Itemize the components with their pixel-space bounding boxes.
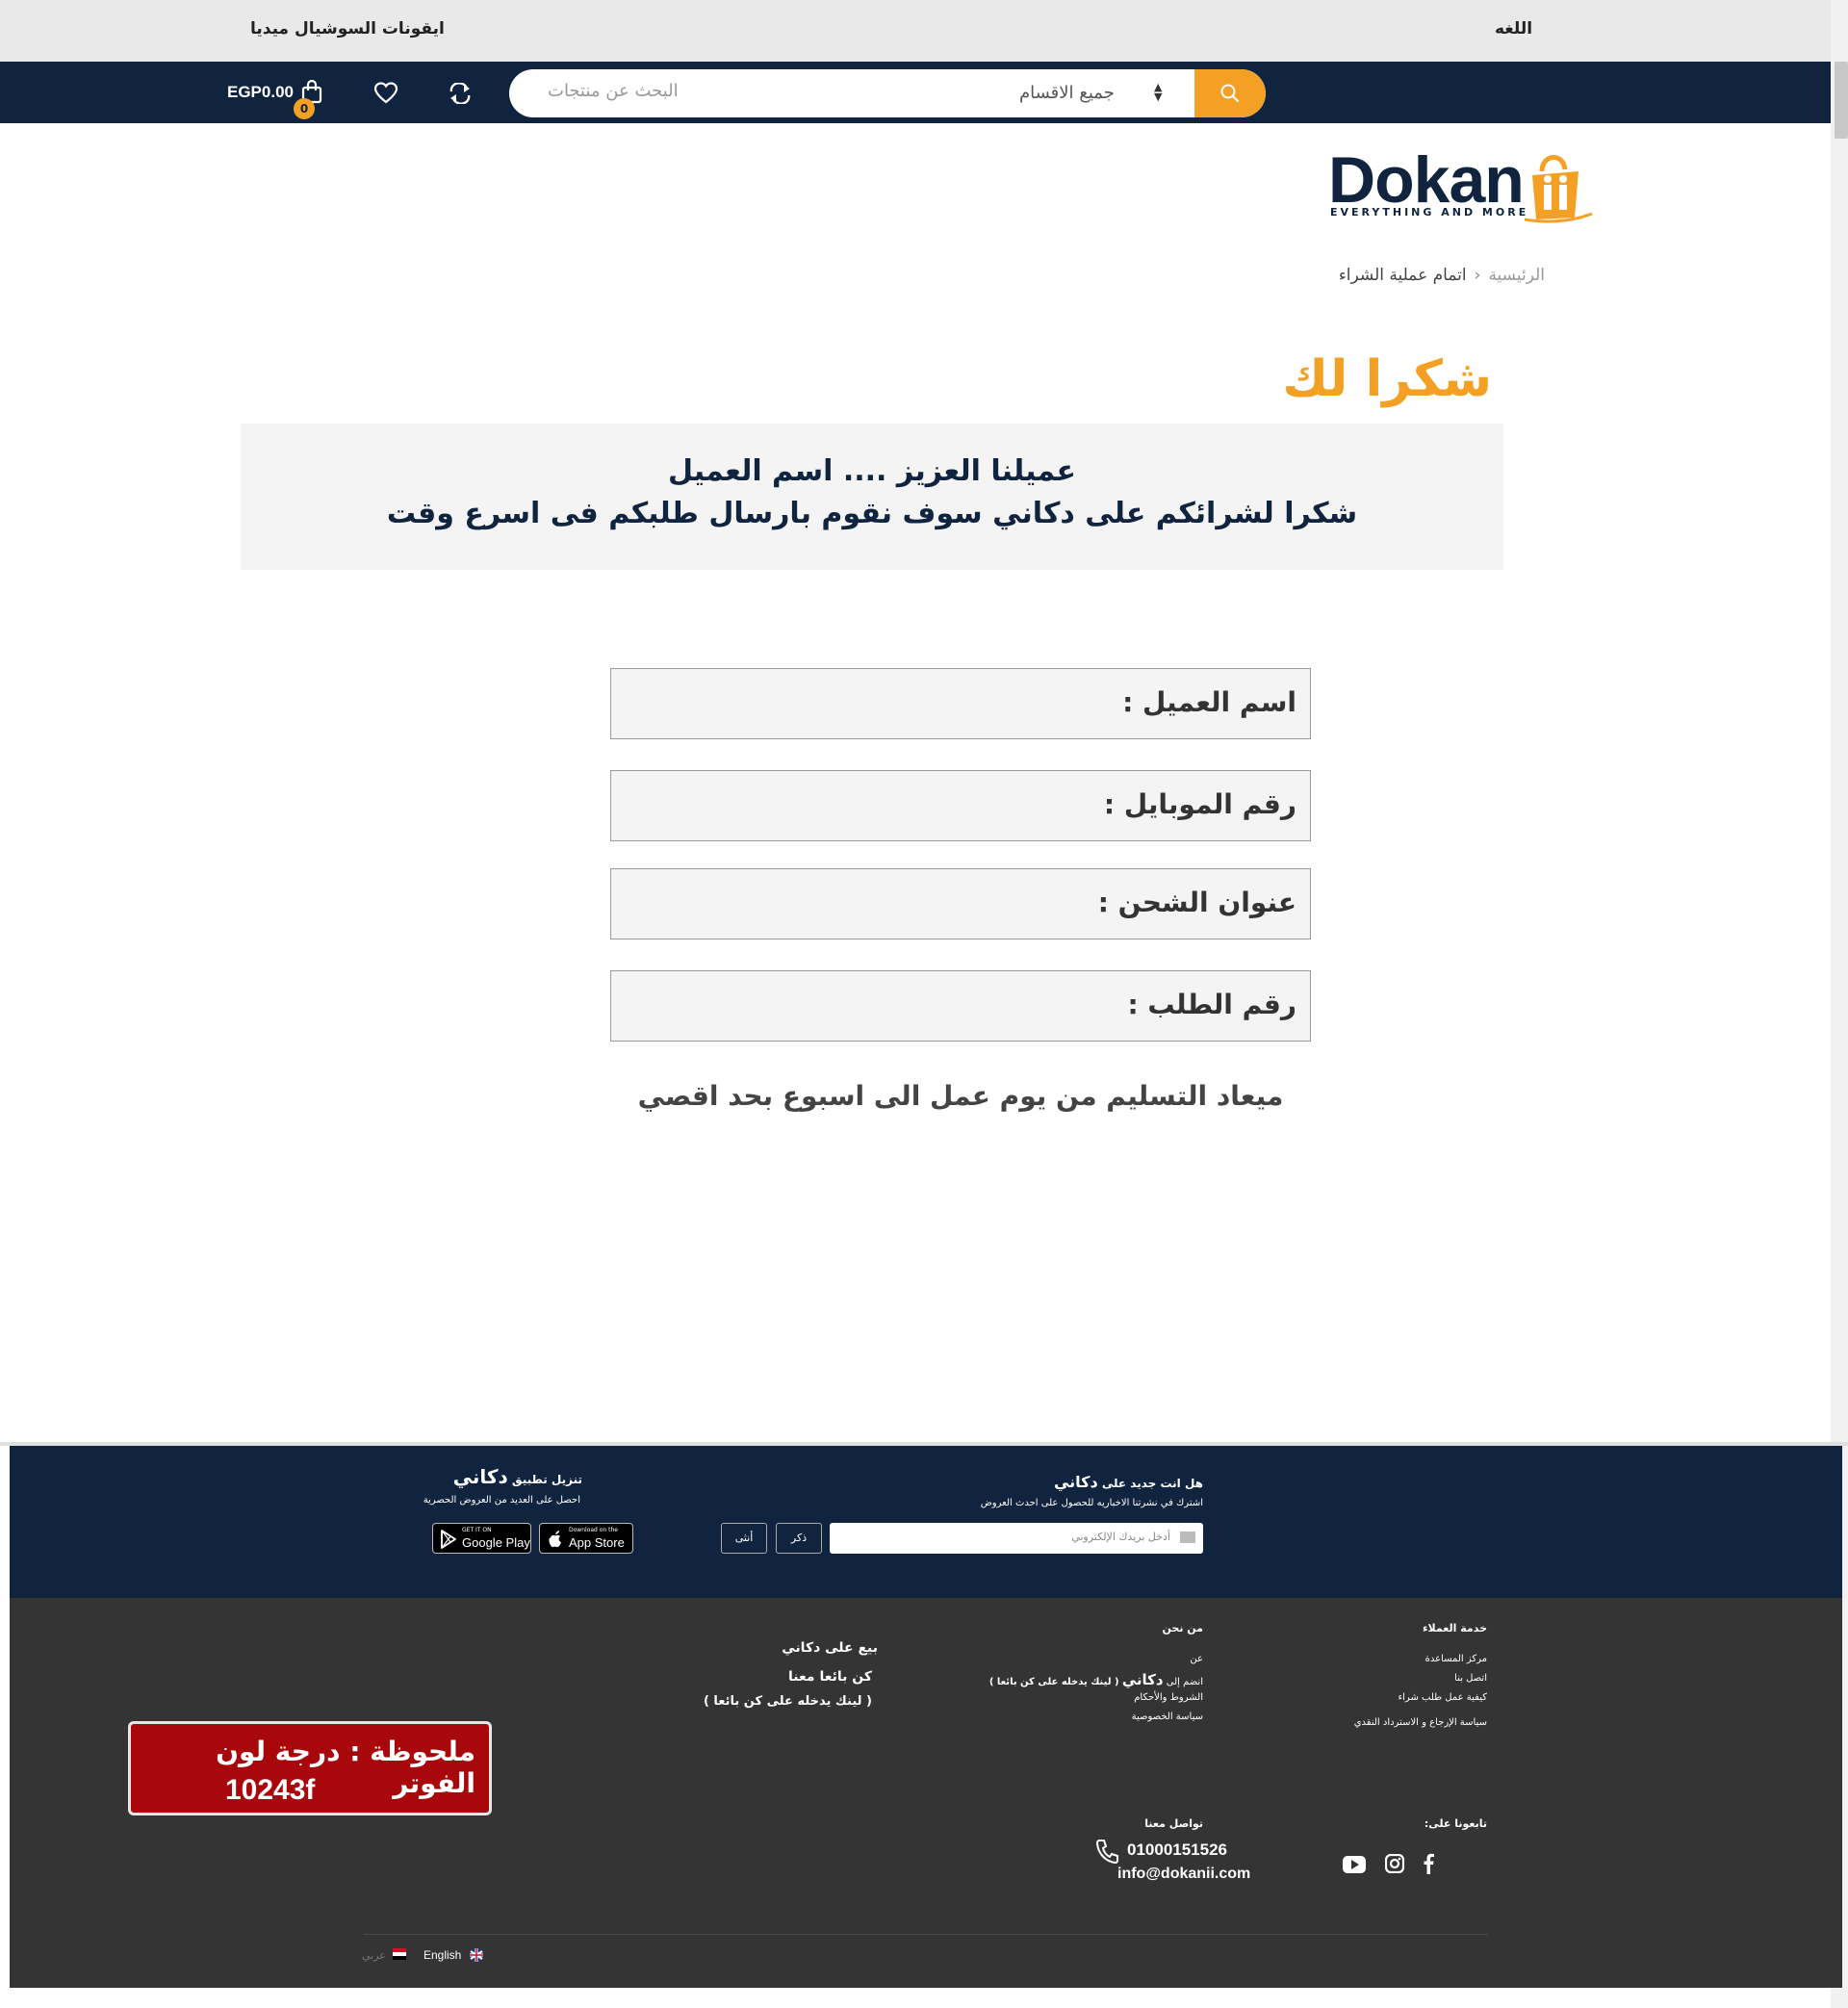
footer-color-note: ملحوظة : درجة لون الفوتر 10243f xyxy=(128,1721,492,1815)
app-store-small-text: Download on the xyxy=(569,1527,618,1533)
page-scrollbar-thumb[interactable] xyxy=(1835,62,1848,139)
breadcrumb: الرئيسية ‹ اتمام عملية الشراء xyxy=(1304,266,1545,285)
shopping-bag-logo-icon xyxy=(1524,155,1593,223)
order-number-field: رقم الطلب : xyxy=(610,970,1311,1042)
instagram-link[interactable] xyxy=(1384,1853,1405,1877)
phone-icon-wrap xyxy=(1095,1839,1118,1867)
thank-you-title: شكرا لك xyxy=(1282,350,1492,408)
youtube-link[interactable] xyxy=(1343,1856,1366,1877)
app-store-big-text: App Store xyxy=(569,1535,625,1550)
breadcrumb-separator: ‹ xyxy=(1474,266,1481,285)
join-brand: دكاني xyxy=(1121,1671,1164,1688)
delivery-time-note: ميعاد التسليم من يوم عمل الى اسبوع بحد ا… xyxy=(637,1080,1284,1112)
app-download-title: تنزيل تطبيق دكاني xyxy=(404,1465,582,1488)
main-nav-bar: البحث عن منتجات جميع الاقسام ▲ ▼ 0 EGP0.0… xyxy=(0,62,1831,123)
social-icons-placeholder: ايقونات السوشيال ميديا xyxy=(250,19,445,39)
cart-total[interactable]: EGP0.00 xyxy=(227,83,294,102)
order-number-label: رقم الطلب : xyxy=(1127,989,1296,1020)
about-title: من نحن xyxy=(1162,1622,1204,1635)
newsletter-email-placeholder: أدخل بريدك الإلكتروني xyxy=(1071,1531,1170,1543)
uk-flag-icon xyxy=(470,1948,483,1962)
search-button[interactable] xyxy=(1194,69,1266,117)
footer-link-privacy[interactable]: سياسة الخصوصية xyxy=(1107,1712,1203,1722)
google-play-button[interactable]: GET IT ON Google Play xyxy=(432,1523,531,1554)
newsletter-email-input[interactable]: أدخل بريدك الإلكتروني xyxy=(830,1523,1203,1554)
breadcrumb-home[interactable]: الرئيسية xyxy=(1488,266,1545,285)
mail-icon xyxy=(1180,1532,1195,1543)
follow-us-title: تابعونا على: xyxy=(1424,1817,1487,1830)
shipping-address-label: عنوان الشحن : xyxy=(1097,887,1296,918)
app-store-button[interactable]: Download on the App Store xyxy=(539,1523,633,1554)
footer-bottom-divider xyxy=(364,1934,1488,1935)
top-bar: اللغه ايقونات السوشيال ميديا xyxy=(0,0,1831,62)
footer-link-contact[interactable]: اتصل بنا xyxy=(1348,1673,1487,1684)
logo-tagline: EVERYTHING AND MORE xyxy=(1330,206,1529,219)
language-selector[interactable]: اللغه xyxy=(1495,19,1532,39)
footer-color-note-line2: 10243f xyxy=(225,1774,316,1806)
google-play-icon xyxy=(441,1530,456,1549)
wishlist-button[interactable] xyxy=(372,81,400,106)
lang-english[interactable]: English xyxy=(424,1948,461,1962)
female-subscribe-button[interactable]: أنثى xyxy=(721,1523,767,1554)
apple-icon xyxy=(549,1531,561,1548)
male-subscribe-button[interactable]: ذكر xyxy=(776,1523,822,1554)
join-note: ( لينك يدخله على كن بائعا ) xyxy=(988,1677,1119,1687)
app-title-prefix: تنزيل تطبيق xyxy=(511,1473,582,1486)
thank-you-greeting: عميلنا العزيز .... اسم العميل xyxy=(668,454,1076,488)
english-label: English xyxy=(424,1948,462,1962)
footer-link-terms[interactable]: الشروط والأحكام xyxy=(1107,1692,1203,1703)
contact-email[interactable]: info@dokanii.com xyxy=(1117,1866,1250,1883)
footer-link-join[interactable]: انضم إلى دكاني ( لينك يدخله على كن بائعا… xyxy=(972,1671,1203,1688)
compare-icon xyxy=(449,83,471,104)
shipping-address-field: عنوان الشحن : xyxy=(610,868,1311,940)
footer-link-about[interactable]: عن xyxy=(1107,1654,1203,1664)
app-brand: دكاني xyxy=(452,1465,508,1488)
sell-on-dokanii-title: بيع على دكاني xyxy=(782,1640,878,1656)
contact-phone[interactable]: 01000151526 xyxy=(1127,1841,1227,1860)
search-bar: البحث عن منتجات جميع الاقسام ▲ ▼ xyxy=(509,69,1266,117)
newsletter-subtitle: اشترك في نشرتنا الاخباريه للحصول على احد… xyxy=(980,1498,1203,1508)
customer-name-label: اسم العميل : xyxy=(1122,686,1296,718)
search-icon xyxy=(1220,84,1240,103)
thank-you-message: شكرا لشرائكم على دكاني سوف نقوم بارسال ط… xyxy=(386,497,1358,530)
mobile-field: رقم الموبايل : xyxy=(610,770,1311,841)
youtube-icon xyxy=(1343,1856,1366,1873)
footer-top-section xyxy=(10,1446,1842,1598)
facebook-link[interactable] xyxy=(1423,1853,1434,1878)
select-caret-icon: ▲ ▼ xyxy=(1154,81,1163,103)
customer-service-title: خدمة العملاء xyxy=(1422,1622,1487,1635)
google-play-big-text: Google Play xyxy=(462,1535,530,1550)
google-play-small-text: GET IT ON xyxy=(462,1527,492,1533)
arabic-label: عربي xyxy=(362,1949,386,1962)
instagram-icon xyxy=(1384,1853,1405,1874)
newsletter-title-prefix: هل انت جديد على xyxy=(1101,1477,1203,1490)
footer-link-how-to-order[interactable]: كيفية عمل طلب شراء xyxy=(1348,1692,1487,1703)
heart-icon xyxy=(373,82,398,104)
category-select[interactable]: جميع الاقسام xyxy=(1019,83,1115,103)
breadcrumb-current: اتمام عملية الشراء xyxy=(1338,266,1467,285)
egypt-flag-icon xyxy=(393,1948,406,1960)
site-logo[interactable]: Dokan EVERYTHING AND MORE xyxy=(1328,142,1598,229)
lang-arabic[interactable]: عربي xyxy=(362,1949,386,1962)
contact-us-title: تواصل معنا xyxy=(1144,1817,1203,1830)
join-label: انضم إلى xyxy=(1166,1677,1203,1687)
newsletter-brand: دكاني xyxy=(1053,1473,1098,1491)
app-download-subtitle: احصل على العديد من العروض الحصرية xyxy=(423,1495,580,1506)
facebook-icon xyxy=(1424,1853,1434,1874)
thank-you-message-box: عميلنا العزيز .... اسم العميل شكرا لشرائ… xyxy=(241,424,1503,570)
phone-icon xyxy=(1095,1840,1118,1865)
become-seller-note: ( لينك يدخله على كن بائعا ) xyxy=(703,1694,872,1709)
footer-link-returns-policy[interactable]: سياسة الإرجاع و الاسترداد النقدي xyxy=(1295,1717,1487,1728)
mobile-label: رقم الموبايل : xyxy=(1103,788,1296,820)
search-input[interactable]: البحث عن منتجات xyxy=(548,81,679,101)
compare-button[interactable] xyxy=(446,81,475,106)
newsletter-title: هل انت جديد على دكاني xyxy=(1011,1473,1203,1491)
cart-count-badge: 0 xyxy=(294,98,315,119)
customer-name-field: اسم العميل : xyxy=(610,668,1311,739)
footer-link-help-center[interactable]: مركز المساعدة xyxy=(1348,1654,1487,1664)
become-seller-link[interactable]: كن بائعا معنا xyxy=(732,1669,872,1685)
